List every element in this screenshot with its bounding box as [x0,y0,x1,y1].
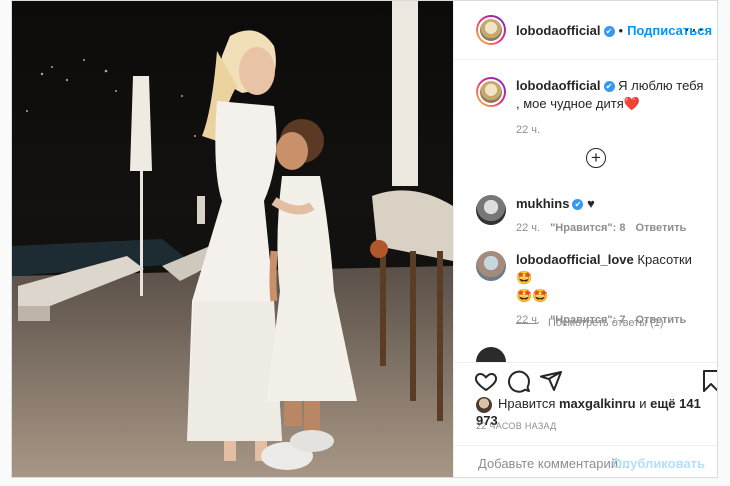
load-more-comments-icon[interactable]: + [586,148,606,168]
liker-username[interactable]: maxgalkinru [559,396,636,411]
separator-dot: • [618,23,624,38]
verified-badge-icon: ✔ [572,199,584,211]
author-avatar[interactable] [476,15,506,45]
reply-button[interactable]: Ответить [635,222,686,234]
red-heart-emoji: ❤️ [623,96,640,111]
view-replies-button[interactable]: Посмотреть ответы (1) [516,317,664,329]
comment-text: ♥ [587,196,595,211]
comment-time[interactable]: 22 ч. [516,222,540,234]
comment-likes[interactable]: "Нравится": 8 [550,222,625,234]
verified-badge-icon: ✔ [603,81,615,93]
author-line: lobodaofficial ✔ • Подписаться [516,23,712,38]
share-icon[interactable] [539,369,563,396]
caption-text-block: lobodaofficial ✔ Я люблю тебя , мое чудно… [516,77,706,139]
replies-divider [516,322,538,324]
instagram-post: lobodaofficial ✔ • Подписаться ··· lobodaof… [11,0,718,478]
add-comment-bar: Опубликовать [454,445,717,477]
verified-badge-icon: ✔ [603,26,615,38]
likes-prefix: Нравится [498,396,556,411]
comment-text-block: mukhins ✔ ♥ 22 ч. "Нравится": 8 Ответить [516,195,706,237]
comment-meta: 22 ч. "Нравится": 8 Ответить [516,219,706,237]
comment-username[interactable]: mukhins [516,196,569,211]
caption-username[interactable]: lobodaofficial [516,78,601,93]
heart-icon[interactable] [474,369,498,396]
likes-and: и [639,396,647,411]
post-header: lobodaofficial ✔ • Подписаться ··· [454,1,717,60]
comments-section: lobodaofficial ✔ Я люблю тебя , мое чудно… [454,60,717,362]
commenter-avatar[interactable] [476,347,506,362]
post-photo[interactable] [12,1,453,477]
photo-illustration [12,1,453,477]
caption-time[interactable]: 22 ч. [516,121,706,139]
comment-username[interactable]: lobodaofficial_love [516,252,634,267]
publish-button[interactable]: Опубликовать [612,456,705,471]
more-options-icon[interactable]: ··· [684,19,705,40]
post-actions: Нравится maxgalkinru и ещё 141 973 22 ЧА… [454,362,717,477]
comment-input[interactable] [476,455,630,472]
post-time-ago[interactable]: 22 ЧАСОВ НАЗАД [476,421,557,431]
caption-avatar[interactable] [476,77,506,107]
commenter-avatar[interactable] [476,195,506,225]
comment-icon[interactable] [507,369,531,396]
commenter-avatar[interactable] [476,251,506,281]
view-replies-label: Посмотреть ответы (1) [548,317,664,329]
bookmark-icon[interactable] [699,369,717,396]
liker-avatar[interactable] [476,396,492,413]
comment-text-line2: 🤩🤩 [516,288,549,303]
author-username[interactable]: lobodaofficial [516,23,601,38]
post-sidebar: lobodaofficial ✔ • Подписаться ··· lobodaof… [453,1,717,477]
